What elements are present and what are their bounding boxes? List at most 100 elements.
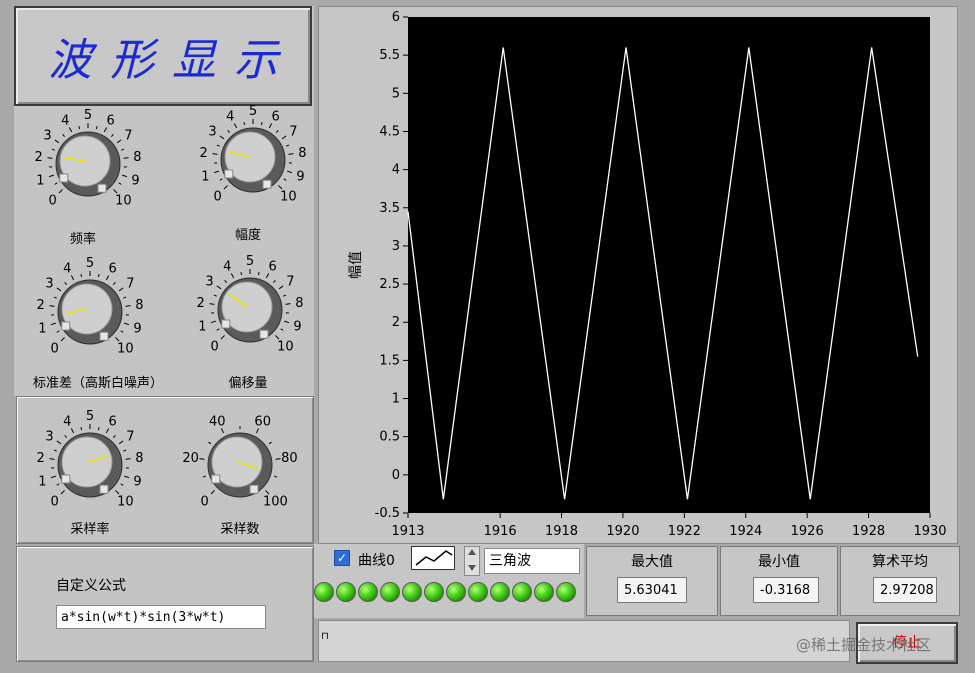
knob-grip [99,484,109,494]
y-tick-label: 2 [392,315,400,330]
y-tick-label: 4.5 [379,124,400,139]
knob-tick-label: 0 [214,189,222,204]
knob-tick [227,130,231,133]
knob-tick-label: 7 [126,430,134,445]
knob-tick [268,441,272,445]
x-tick-label: 1916 [484,524,517,539]
knob-tick [56,287,62,292]
scroll-handle-icon[interactable]: ⊓ [321,631,329,642]
knob-label: 偏移量 [228,376,268,391]
knob-grip [249,484,259,494]
knob-tick [287,170,293,174]
knob-tick-label: 0 [49,193,57,208]
knob-tick [120,330,124,333]
knob-tick [70,275,75,281]
stepper-down-icon[interactable] [468,565,476,571]
x-tick-label: 1930 [913,524,946,539]
knob-tick [120,483,124,486]
knob-tick [110,134,114,137]
knob-tick [223,185,228,190]
x-tick-label: 1918 [545,524,578,539]
knob-tick-label: 5 [246,254,254,269]
knob-tick [51,148,55,151]
knob-tick-label: 9 [133,474,141,489]
knob-tick [219,178,223,181]
max-stat-panel: 最大值 5.63041 [586,546,718,616]
x-tick-label: 1920 [606,524,639,539]
led-indicator [336,582,356,602]
knob-tick [260,121,263,126]
knob-tick-label: 5 [84,108,92,123]
knob-tick [50,322,56,326]
knob-grip [59,173,69,183]
knob-0[interactable]: 01 234 5 678 9 10 [18,102,158,222]
knob-tick [216,144,220,147]
knob-tick [210,320,216,324]
knob-label: 频率 [69,232,96,247]
knob-tick [60,337,65,342]
legend-plot-swatch[interactable] [411,546,455,570]
knob-4[interactable]: 01 234 5 678 9 10 [20,403,160,523]
wave-type-select[interactable]: 三角波 [484,548,580,574]
knob-tick-label: 2 [36,298,44,313]
y-tick-label: 3.5 [379,201,400,216]
min-stat-panel: 最小值 -0.3168 [720,546,838,616]
y-tick-label: 6 [392,10,400,25]
y-tick-label: 2.5 [379,277,400,292]
y-tick-label: 5 [392,86,400,101]
knob-tick-label: 10 [280,189,297,204]
knob-tick-label: 3 [43,129,51,144]
wave-stepper[interactable] [464,546,480,576]
knob-tick-label: 0 [51,341,59,356]
knob-tick-label: 2 [36,451,44,466]
line-style-icon [415,550,453,566]
knob-tick [280,328,284,331]
knob-tick [80,426,83,431]
knob-tick [123,449,127,452]
legend-label: 曲线0 [358,553,395,569]
knob-tick [124,475,130,479]
knob-5[interactable]: 0 20 40 60 80 100 [170,403,310,523]
y-tick-label: 4 [392,163,400,178]
led-indicator [490,582,510,602]
formula-input[interactable]: a*sin(w*t)*sin(3*w*t) [56,605,266,629]
led-indicator [380,582,400,602]
formula-label: 自定义公式 [56,578,126,594]
knob-3[interactable]: 01 234 5 678 9 10 [180,248,320,368]
knob-tick-label: 7 [289,125,297,140]
knob-grip [221,319,231,329]
knob-label: 幅度 [234,228,261,243]
knob-tick-label: 60 [254,414,271,429]
knob-tick-label: 2 [34,150,42,165]
knob-tick-label: 1 [38,474,46,489]
knob-tick [272,280,276,283]
legend-checkbox[interactable]: ✓ [334,550,350,566]
y-tick-label: 5.5 [379,48,400,63]
knob-tick [53,296,57,299]
knob-tick [97,426,100,431]
mean-value: 2.97208 [873,577,937,603]
knob-tick-label: 3 [205,275,213,290]
knob-grip [262,179,272,189]
led-indicator-row [314,582,576,602]
knob-1[interactable]: 01 234 5 678 9 10 [183,98,323,218]
knob-tick-label: 9 [293,319,301,334]
knob-2[interactable]: 01 234 5 678 9 10 [20,250,160,370]
knob-tick [224,280,228,283]
knob-tick [210,490,215,495]
knob-tick-label: 4 [63,414,71,429]
knob-tick-label: 9 [296,169,304,184]
knob-tick-label: 6 [109,261,117,276]
knob-tick-label: 10 [117,494,134,509]
mean-label: 算术平均 [872,554,928,570]
knob-tick-label: 3 [45,277,53,292]
x-tick-label: 1922 [668,524,701,539]
knob-tick-label: 8 [133,150,141,165]
y-tick-label: 1.5 [379,353,400,368]
knob-tick [112,282,116,285]
knob-tick [118,182,122,185]
knob-tick [56,330,60,333]
stepper-up-icon[interactable] [468,549,476,555]
knob-tick [121,148,125,151]
knob-grip [61,321,71,331]
